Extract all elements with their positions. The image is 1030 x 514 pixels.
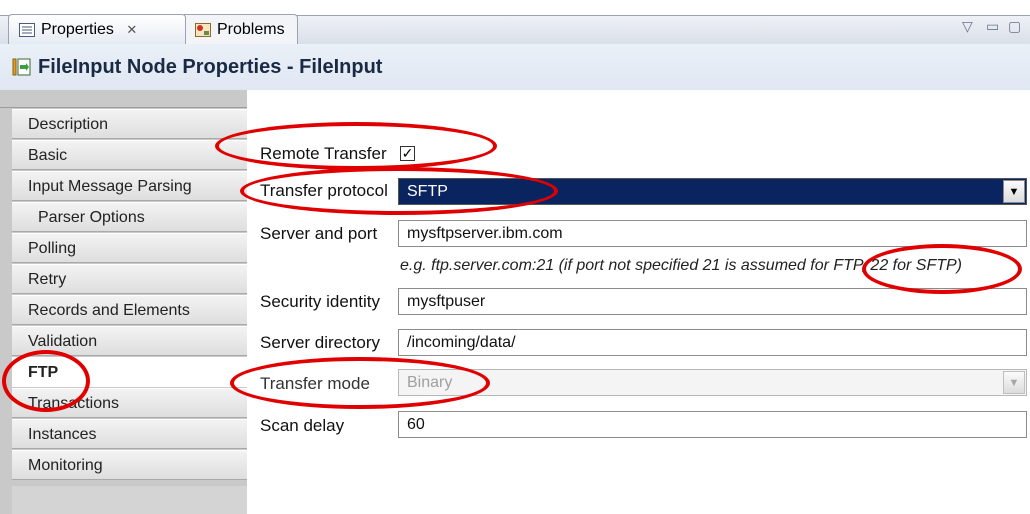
- ftp-properties-form: Remote Transfer ✓ Transfer protocol SFTP…: [247, 90, 1030, 514]
- security-identity-label: Security identity: [260, 292, 380, 311]
- sidebar-item-monitoring[interactable]: Monitoring: [12, 450, 247, 480]
- transfer-mode-label: Transfer mode: [260, 374, 370, 393]
- chevron-down-icon[interactable]: ▼: [1003, 180, 1025, 203]
- server-and-port-label: Server and port: [260, 224, 378, 243]
- tab-problems-label: Problems: [217, 21, 285, 38]
- page-title: FileInput Node Properties - FileInput: [38, 56, 383, 78]
- server-directory-label: Server directory: [260, 333, 380, 352]
- sidebar-item-records-and-elements[interactable]: Records and Elements: [12, 295, 247, 325]
- properties-title-bar: FileInput Node Properties - FileInput: [0, 44, 1030, 91]
- close-icon[interactable]: ✕: [126, 22, 137, 37]
- sidebar-empty-area: [12, 486, 247, 514]
- transfer-mode-value: Binary: [407, 374, 453, 391]
- sidebar-item-input-message-parsing[interactable]: Input Message Parsing: [12, 171, 247, 201]
- property-sidebar: Description Basic Input Message Parsing …: [0, 90, 248, 514]
- security-identity-input[interactable]: mysftpuser: [398, 288, 1027, 315]
- file-input-node-icon: [12, 58, 31, 76]
- server-and-port-input[interactable]: mysftpserver.ibm.com: [398, 220, 1027, 247]
- remote-transfer-checkbox[interactable]: ✓: [400, 146, 415, 161]
- sidebar-item-validation[interactable]: Validation: [12, 326, 247, 356]
- sidebar-item-description[interactable]: Description: [12, 109, 247, 139]
- transfer-protocol-label: Transfer protocol: [260, 181, 388, 200]
- sidebar-header: [0, 90, 247, 108]
- transfer-mode-select: Binary ▼: [398, 369, 1027, 396]
- properties-icon: [19, 23, 35, 37]
- sidebar-item-polling[interactable]: Polling: [12, 233, 247, 263]
- view-menu-icon[interactable]: ▽: [962, 18, 973, 35]
- tab-properties-label: Properties: [41, 21, 114, 38]
- sidebar-item-ftp[interactable]: FTP: [12, 357, 248, 387]
- checkmark-icon: ✓: [401, 145, 414, 161]
- problems-icon: [195, 23, 211, 37]
- sidebar-item-transactions[interactable]: Transactions: [12, 388, 247, 418]
- sidebar-item-instances[interactable]: Instances: [12, 419, 247, 449]
- server-directory-input[interactable]: /incoming/data/: [398, 329, 1027, 356]
- sidebar-item-basic[interactable]: Basic: [12, 140, 247, 170]
- chevron-down-icon: ▼: [1003, 371, 1025, 394]
- scan-delay-input[interactable]: 60: [398, 411, 1027, 438]
- scan-delay-label: Scan delay: [260, 416, 345, 435]
- transfer-protocol-select[interactable]: SFTP ▼: [398, 178, 1027, 205]
- minimize-icon[interactable]: ▭: [986, 18, 999, 35]
- view-tab-bar: Properties ✕ Problems ▽ ▭ ▢: [0, 0, 1030, 46]
- transfer-protocol-value: SFTP: [407, 183, 448, 200]
- sidebar-item-retry[interactable]: Retry: [12, 264, 247, 294]
- tab-properties[interactable]: Properties ✕: [8, 14, 186, 44]
- maximize-icon[interactable]: ▢: [1008, 18, 1021, 35]
- remote-transfer-label: Remote Transfer: [260, 144, 387, 163]
- server-port-hint: e.g. ftp.server.com:21 (if port not spec…: [400, 257, 963, 274]
- tab-problems[interactable]: Problems: [184, 14, 298, 44]
- sidebar-item-parser-options[interactable]: Parser Options: [12, 202, 247, 232]
